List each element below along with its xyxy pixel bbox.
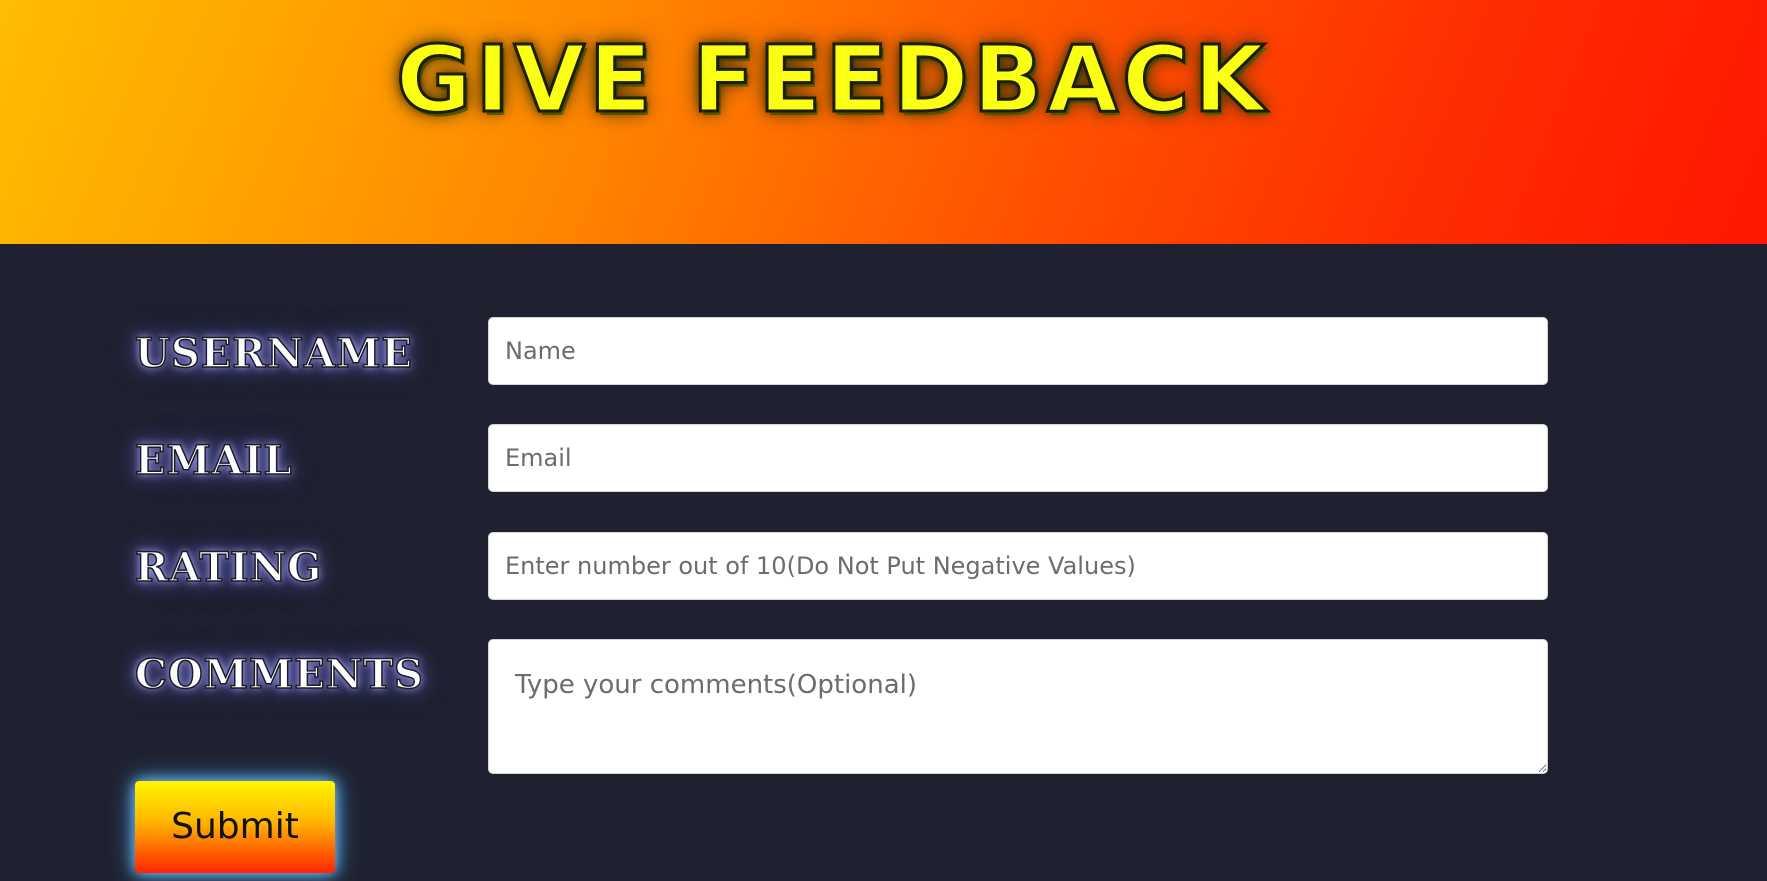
feedback-form: USERNAME EMAIL RATING COMMENTS Submit [0,244,1767,881]
comments-label: COMMENTS [134,650,424,699]
rating-label: RATING [134,543,323,592]
comments-textarea[interactable] [488,639,1548,774]
page-title: GIVE FEEDBACK [395,25,1269,135]
username-label: USERNAME [134,329,413,378]
page-header: GIVE FEEDBACK [0,0,1767,244]
email-label: EMAIL [134,436,293,485]
username-input[interactable] [488,317,1548,385]
email-input[interactable] [488,424,1548,492]
rating-input[interactable] [488,532,1548,600]
submit-button[interactable]: Submit [135,781,335,873]
